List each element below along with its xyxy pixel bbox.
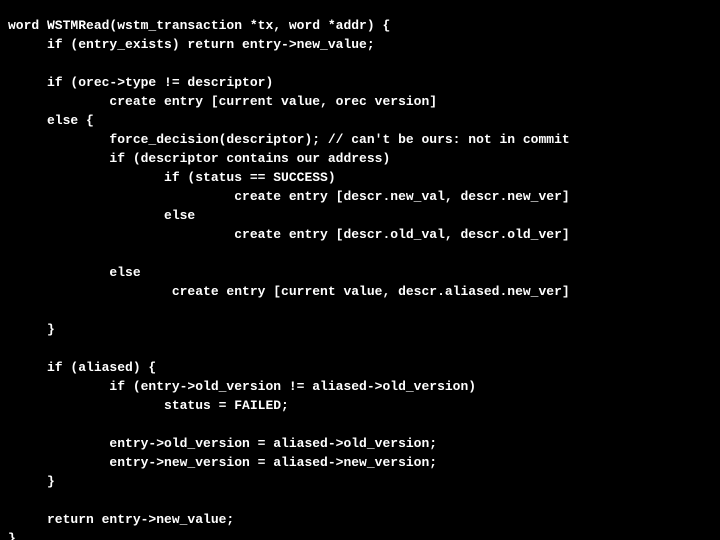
code-block: word WSTMRead(wstm_transaction *tx, word… <box>0 0 720 540</box>
